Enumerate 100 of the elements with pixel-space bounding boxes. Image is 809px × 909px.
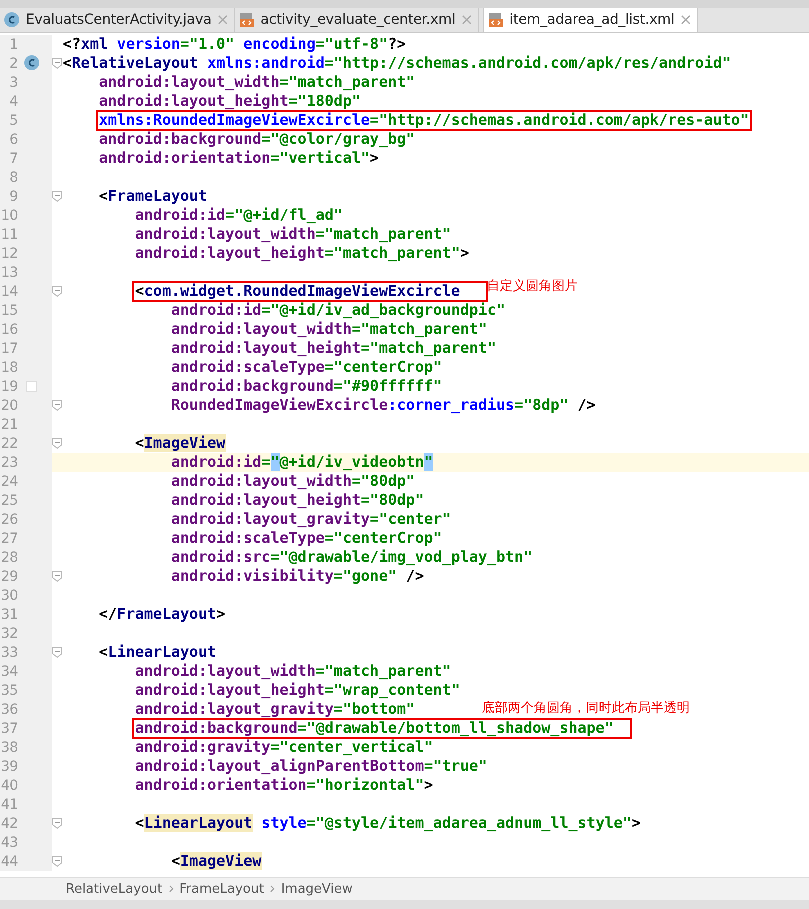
- code-line: android:layout_width="match_parent": [171, 321, 488, 338]
- matched-tag-highlight: LinearLayout: [144, 814, 253, 832]
- line-number: 42: [0, 816, 18, 832]
- code-line: android:gravity="center_vertical": [135, 739, 434, 756]
- fold-icon[interactable]: [52, 818, 63, 829]
- code-line: android:orientation="vertical">: [99, 150, 380, 167]
- code-line: android:visibility="gone" />: [171, 568, 424, 585]
- code-line: </FrameLayout>: [99, 606, 226, 623]
- code-line: android:layout_width="match_parent": [135, 663, 452, 680]
- line-number: 8: [8, 170, 18, 186]
- code-line: RoundedImageViewExcircle:corner_radius="8dp" />: [171, 397, 596, 414]
- code-line: <?xml version="1.0" encoding="utf-8"?>: [63, 36, 406, 53]
- code-line: android:layout_height="match_parent">: [135, 245, 470, 262]
- code-line: android:layout_height="180dp": [99, 93, 362, 110]
- line-number: 43: [0, 834, 18, 850]
- line-number: 38: [0, 740, 18, 756]
- editor-tab[interactable]: activity_evaluate_center.xml: [234, 8, 479, 32]
- line-number: 12: [0, 246, 18, 262]
- line-number: 15: [0, 302, 18, 318]
- line-number: 26: [0, 512, 18, 528]
- code-line: android:background="@color/gray_bg": [99, 131, 416, 148]
- line-number: 40: [0, 778, 18, 794]
- code-line: android:src="@drawable/img_vod_play_btn": [171, 549, 533, 566]
- code-line: android:scaleType="centerCrop": [171, 530, 442, 547]
- line-number: 10: [0, 208, 18, 224]
- code-line: android:layout_height="80dp": [171, 492, 424, 509]
- line-number: 34: [0, 664, 18, 680]
- code-line: <FrameLayout: [99, 188, 208, 205]
- line-number: 33: [0, 644, 18, 660]
- line-number: 28: [0, 550, 18, 566]
- fold-icon[interactable]: [52, 856, 63, 867]
- line-number: 1: [8, 36, 18, 52]
- code-line: android:layout_height="wrap_content": [135, 682, 460, 699]
- line-number: 25: [0, 492, 18, 508]
- fold-icon[interactable]: [52, 58, 63, 69]
- class-icon[interactable]: [24, 55, 40, 71]
- xml-file-icon: [488, 12, 504, 28]
- code-line: android:layout_width="match_parent": [135, 226, 452, 243]
- line-number: 19: [0, 378, 18, 394]
- matched-quote-highlight: ": [270, 453, 280, 471]
- line-number: 39: [0, 758, 18, 774]
- line-number: 11: [0, 226, 18, 242]
- line-number: 9: [8, 188, 18, 204]
- color-swatch-icon[interactable]: [26, 381, 37, 392]
- code-line: android:scaleType="centerCrop": [171, 359, 442, 376]
- line-number: 27: [0, 530, 18, 546]
- fold-icon[interactable]: [52, 571, 63, 582]
- matched-tag-highlight: ImageView: [144, 434, 226, 452]
- line-number: 31: [0, 606, 18, 622]
- close-icon[interactable]: [462, 15, 472, 25]
- chevron-icon: [168, 885, 174, 893]
- line-number: 21: [0, 416, 18, 432]
- line-number: 16: [0, 322, 18, 338]
- close-icon[interactable]: [218, 15, 228, 25]
- fold-icon[interactable]: [52, 400, 63, 411]
- line-number: 35: [0, 682, 18, 698]
- line-number: 6: [8, 132, 18, 148]
- line-number: 2: [8, 56, 18, 72]
- line-number: 20: [0, 398, 18, 414]
- xml-file-icon: [238, 12, 255, 28]
- line-number: 30: [0, 588, 18, 604]
- code-line: android:id="@+id/iv_videobtn": [171, 454, 434, 471]
- class-icon: [4, 12, 20, 28]
- code-line: android:layout_gravity="bottom": [135, 701, 416, 718]
- code-line: android:layout_width="match_parent": [99, 74, 416, 91]
- annotation-note: 底部两个角圆角，同时此布局半透明: [482, 700, 690, 717]
- line-number: 5: [8, 112, 18, 128]
- code-line: android:layout_alignParentBottom="true": [135, 758, 488, 775]
- line-number: 44: [0, 854, 18, 870]
- code-line: android:layout_gravity="center": [171, 511, 452, 528]
- fold-icon[interactable]: [52, 286, 63, 297]
- breadcrumb-item[interactable]: FrameLayout: [180, 882, 264, 896]
- code-line: <ImageView: [135, 435, 226, 452]
- line-number: 37: [0, 720, 18, 736]
- close-icon[interactable]: [680, 15, 691, 25]
- breadcrumb-item[interactable]: RelativeLayout: [66, 882, 163, 896]
- line-number: 13: [0, 264, 18, 280]
- breadcrumb-item[interactable]: ImageView: [281, 882, 353, 896]
- line-number: 29: [0, 568, 18, 584]
- line-number: 14: [0, 284, 18, 300]
- fold-icon[interactable]: [52, 191, 63, 202]
- fold-icon[interactable]: [52, 647, 63, 658]
- code-line: android:layout_height="match_parent": [171, 340, 496, 357]
- code-line: android:id="@+id/iv_ad_backgroundpic": [171, 302, 506, 319]
- code-line: android:id="@+id/fl_ad": [135, 207, 343, 224]
- matched-quote-highlight: ": [424, 453, 434, 471]
- code-line: android:orientation="horizontal">: [135, 777, 434, 794]
- code-line: <LinearLayout style="@style/item_adarea_adnum_ll_style">: [135, 815, 641, 832]
- line-number: 32: [0, 626, 18, 642]
- fold-icon[interactable]: [52, 438, 63, 449]
- code-line: <RelativeLayout xmlns:android="http://schemas.android.com/apk/res/android": [63, 55, 732, 72]
- line-number: 18: [0, 360, 18, 376]
- line-number: 4: [8, 94, 18, 110]
- code-line: <ImageView: [171, 853, 262, 870]
- line-number: 22: [0, 436, 18, 452]
- code-line: android:layout_width="80dp": [171, 473, 416, 490]
- line-number: 17: [0, 340, 18, 356]
- editor-tab[interactable]: item_adarea_ad_list.xml: [482, 8, 698, 32]
- chevron-icon: [270, 885, 276, 893]
- line-number: 23: [0, 454, 18, 470]
